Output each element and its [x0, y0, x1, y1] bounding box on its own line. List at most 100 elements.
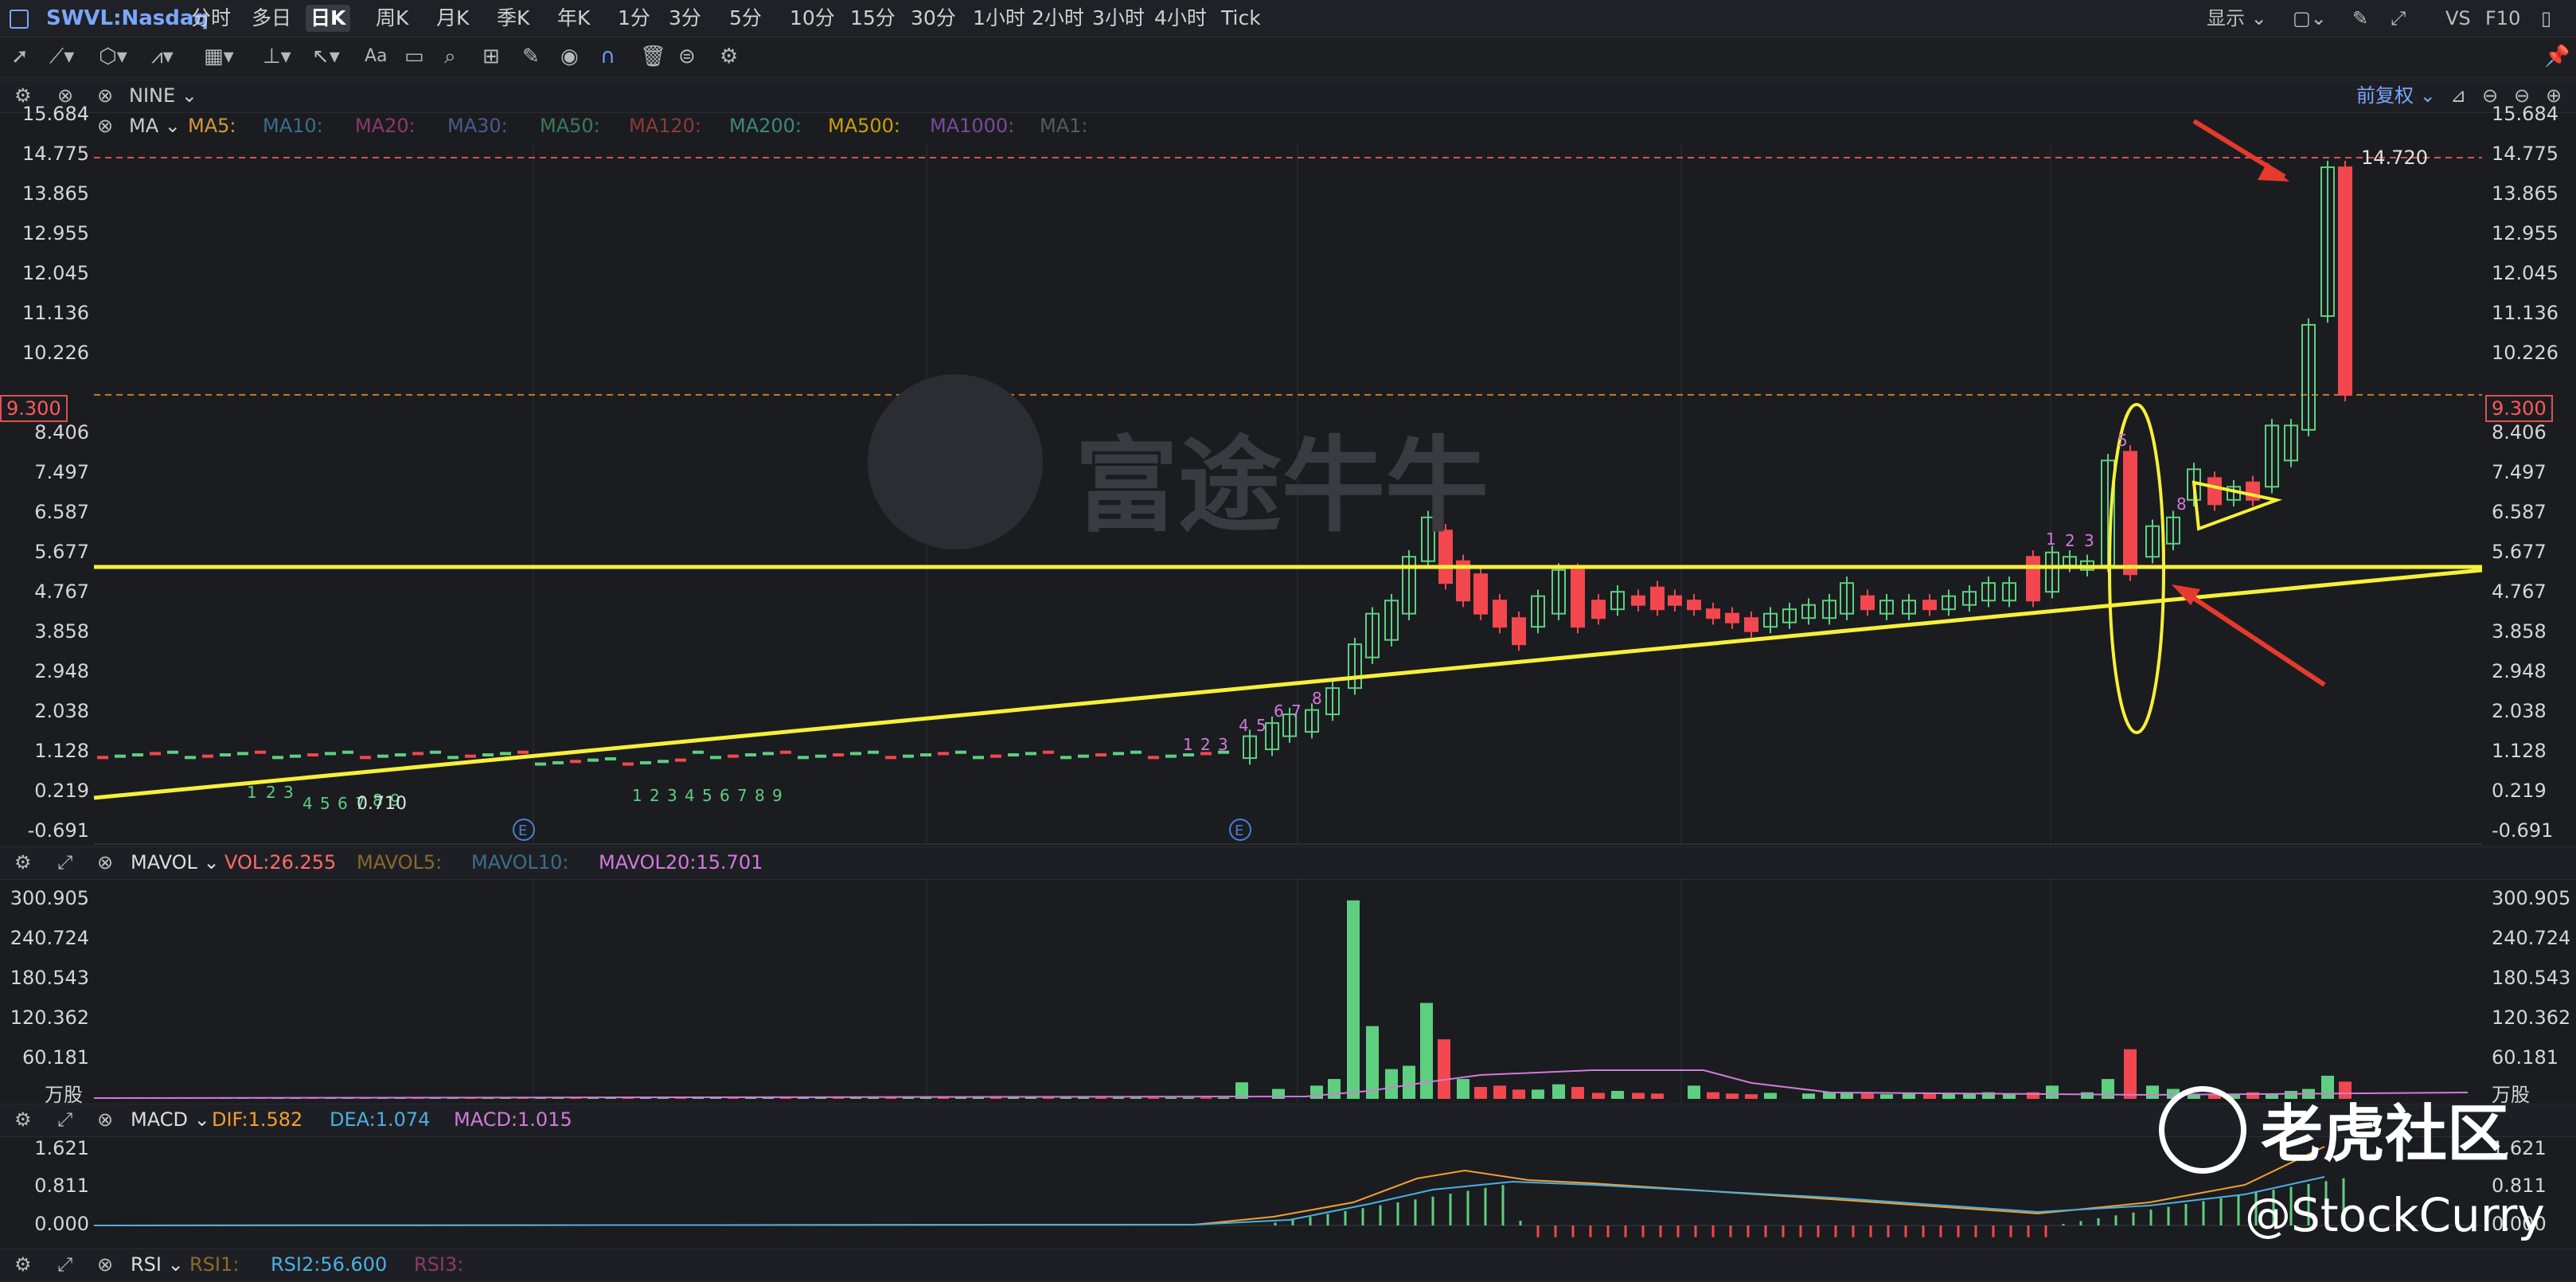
candle	[2207, 477, 2222, 506]
mavol-label: MAVOL	[131, 851, 197, 874]
volume-bar	[1113, 1097, 1124, 1099]
candle	[605, 756, 616, 760]
macd-settings-icon[interactable]: ⚙	[14, 1104, 32, 1135]
volume-bar	[1095, 1097, 1107, 1099]
volume-bar	[1592, 1092, 1605, 1099]
vol-expand-icon[interactable]: ⤢	[57, 846, 72, 878]
candle	[1493, 600, 1507, 628]
volume-bar	[2246, 1092, 2259, 1099]
rsi-select[interactable]: RSI ⌄	[131, 1249, 184, 1280]
vol-settings-icon[interactable]: ⚙	[14, 846, 32, 878]
vol-remove-icon[interactable]: ⊗	[97, 846, 113, 878]
td-count-label: 3	[1218, 735, 1228, 754]
candle	[1725, 612, 1739, 623]
candle	[693, 750, 704, 754]
candle	[1591, 600, 1606, 620]
macd-expand-icon[interactable]: ⤢	[57, 1104, 72, 1135]
candle	[850, 752, 861, 756]
candle	[167, 750, 178, 754]
candle	[728, 754, 739, 758]
community-watermark: 老虎社区	[2261, 1099, 2510, 1171]
rsi-settings-icon[interactable]: ⚙	[14, 1249, 32, 1280]
candle	[1706, 608, 1720, 620]
volume-bar	[1632, 1092, 1645, 1099]
dif-line	[93, 1146, 2325, 1226]
candle	[938, 752, 949, 756]
volume-bar	[1200, 1097, 1212, 1099]
volume-bar	[1512, 1089, 1525, 1099]
candle	[570, 760, 581, 764]
candle	[1571, 569, 1585, 628]
candle	[1512, 617, 1526, 646]
candle	[97, 756, 108, 760]
high-price-label: 14.720	[2361, 147, 2428, 169]
volume-bar	[1651, 1093, 1664, 1099]
volume-bar	[1764, 1092, 1777, 1099]
vol-unit-left: 万股	[45, 1084, 83, 1106]
macd-value: MACD:1.015	[454, 1108, 572, 1131]
candle	[1650, 586, 1665, 611]
tiger-logo-icon	[2159, 1086, 2246, 1174]
volume-bar	[1165, 1097, 1177, 1099]
mavol20-value: MAVOL20:15.701	[599, 851, 763, 874]
volume-bar	[2081, 1092, 2094, 1099]
rsi-remove-icon[interactable]: ⊗	[97, 1249, 113, 1280]
volume-bar	[1474, 1087, 1487, 1099]
price-axis-right-tick: 14.775	[2492, 142, 2558, 165]
volume-bar	[1688, 1085, 1700, 1099]
low-price-label: 0.710	[357, 794, 407, 814]
volume-bar	[973, 1097, 984, 1099]
candle	[1095, 753, 1107, 757]
vol-value: VOL:26.255	[224, 851, 337, 874]
price-axis-left-tick: 6.587	[34, 500, 89, 523]
price-axis-left-tick: 10.226	[22, 341, 89, 364]
td-count-label: 4	[1239, 716, 1249, 735]
volume-bar	[2124, 1049, 2137, 1099]
price-axis-left-tick: 2.948	[34, 659, 89, 682]
td-count-label: 7	[737, 786, 747, 805]
rsi2-value: RSI2:56.600	[271, 1253, 388, 1276]
candle	[220, 753, 231, 757]
price-axis-left-tick: 8.406	[34, 421, 89, 444]
candle	[185, 756, 196, 760]
price-axis-left-tick: 7.497	[34, 460, 89, 483]
rsi-expand-icon[interactable]: ⤢	[57, 1249, 72, 1280]
price-chart[interactable]: 1 2 34 5 6 7 8 9 1 2 3 4 5 6 7 8 91 2 34 56 781 2 3580.710E E	[0, 0, 2576, 1279]
volume-bar	[1571, 1087, 1584, 1099]
vol-axis-left-tick: 60.181	[22, 1046, 89, 1069]
candle	[517, 750, 529, 754]
volume-bar	[1008, 1097, 1019, 1099]
vol-axis-right-tick: 60.181	[2492, 1046, 2558, 1069]
td-count-label: 8	[755, 786, 765, 805]
volume-bar	[1078, 1097, 1089, 1099]
macd-remove-icon[interactable]: ⊗	[97, 1104, 113, 1135]
candle	[535, 762, 546, 766]
candle	[237, 752, 248, 756]
price-axis-right-tick: -0.691	[2492, 819, 2554, 842]
macd-label: MACD	[131, 1108, 188, 1131]
candle	[430, 750, 441, 754]
candle	[833, 753, 844, 757]
td-count-label: 2	[2065, 531, 2075, 550]
price-axis-left-tick: 5.677	[34, 541, 89, 563]
volume-bar	[1183, 1097, 1194, 1099]
volume-bar	[2146, 1085, 2159, 1099]
rsi-label: RSI	[131, 1253, 162, 1276]
volume-bar	[1457, 1079, 1469, 1099]
candle	[412, 752, 423, 756]
vol-axis-right-tick: 300.905	[2492, 887, 2571, 909]
price-axis-right-tick: 8.406	[2492, 421, 2547, 444]
mavol-select[interactable]: MAVOL ⌄	[131, 846, 220, 878]
candle	[465, 754, 476, 758]
td-count-label: 6	[1274, 702, 1284, 721]
price-axis-left-tick: 3.858	[34, 620, 89, 643]
candle	[255, 750, 266, 754]
td-count-label: 1	[2046, 530, 2056, 549]
macd-select[interactable]: MACD ⌄	[131, 1104, 210, 1135]
candle	[868, 750, 879, 754]
price-axis-left-tick: 13.865	[22, 182, 89, 205]
macd-axis-left-tick: 0.811	[34, 1175, 89, 1198]
candle	[115, 754, 126, 758]
price-axis-right-tick: 10.226	[2492, 341, 2558, 364]
td-count-label: 9	[772, 786, 783, 805]
